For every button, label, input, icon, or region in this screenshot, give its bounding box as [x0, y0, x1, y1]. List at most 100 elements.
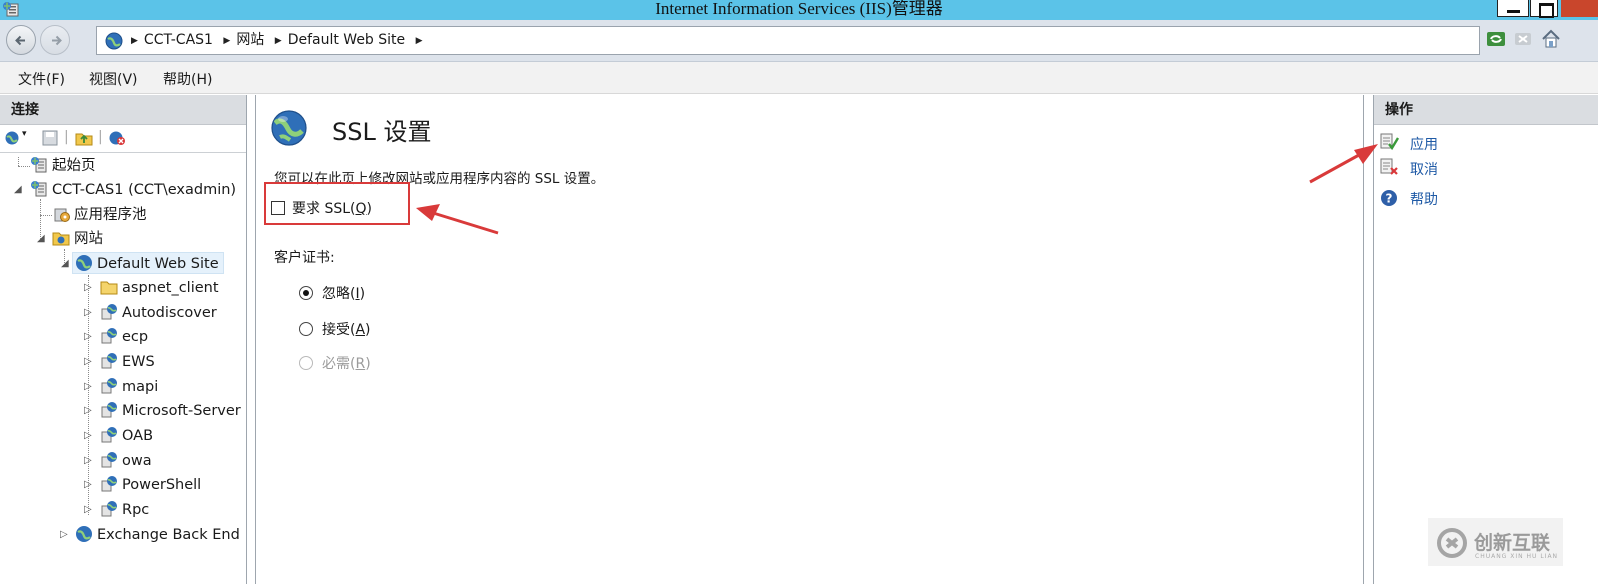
expand-arrow-icon[interactable]: ▷ [84, 331, 92, 342]
tree-label: 网站 [74, 231, 103, 247]
tree-node-ews[interactable]: EWS [100, 351, 155, 373]
up-folder-icon[interactable] [75, 130, 93, 146]
expand-arrow-icon[interactable]: ▷ [60, 529, 68, 540]
refresh-icon[interactable] [1485, 28, 1507, 50]
breadcrumb-separator-icon[interactable]: ▶ [416, 36, 423, 46]
watermark: 创新互联 CHUANG XIN HU LIAN [1428, 518, 1563, 566]
tree-node-mapi[interactable]: mapi [100, 376, 158, 398]
help-action[interactable]: 帮助 [1410, 189, 1438, 209]
connections-header: 连接 [0, 95, 246, 125]
tree-node-sites[interactable]: 网站 [52, 228, 103, 250]
expand-arrow-icon[interactable]: ▷ [84, 430, 92, 441]
expand-arrow-icon[interactable]: ▷ [84, 307, 92, 318]
collapse-arrow-icon[interactable]: ◢ [61, 258, 69, 269]
app-pool-icon [54, 208, 70, 222]
tree-node-aspnet-client[interactable]: aspnet_client [100, 277, 219, 299]
tree-node-server[interactable]: CCT-CAS1 (CCT\exadmin) [30, 179, 236, 201]
radio-require-tail: ) [365, 356, 371, 372]
connect-dropdown-icon[interactable]: ▾ [22, 129, 27, 139]
apply-action[interactable]: 应用 [1410, 134, 1438, 154]
radio-require-label: 必需( [322, 356, 356, 372]
maximize-button[interactable] [1530, 0, 1558, 18]
website-globe-icon [76, 255, 92, 271]
radio-circle[interactable] [299, 286, 313, 300]
disconnect-icon[interactable] [108, 130, 126, 146]
require-ssl-checkbox[interactable]: 要求 SSL(Q) [271, 198, 372, 218]
tree-label: EWS [122, 354, 155, 370]
close-button[interactable] [1561, 0, 1598, 17]
require-ssl-accesskey: Q [355, 201, 367, 217]
tree-node-default-web-site[interactable]: Default Web Site [72, 252, 224, 274]
tree-node-autodiscover[interactable]: Autodiscover [100, 302, 217, 324]
expand-arrow-icon[interactable]: ▷ [84, 282, 92, 293]
back-arrow-icon [15, 35, 25, 46]
address-bar[interactable]: ▶ CCT-CAS1 ▶ 网站 ▶ Default Web Site ▶ [96, 26, 1480, 55]
tree-node-owa[interactable]: owa [100, 450, 152, 472]
checkbox-square[interactable] [271, 201, 285, 215]
expand-arrow-icon[interactable]: ▷ [84, 356, 92, 367]
tree-node-oab[interactable]: OAB [100, 425, 153, 447]
tree-node-rpc[interactable]: Rpc [100, 499, 149, 521]
tree-label: 起始页 [52, 158, 96, 174]
start-page-icon [31, 157, 47, 173]
tree-node-ecp[interactable]: ecp [100, 326, 148, 348]
expand-arrow-icon[interactable]: ▷ [84, 381, 92, 392]
help-icon: ? [1381, 190, 1397, 206]
server-icon [31, 181, 47, 197]
tree-node-start-page[interactable]: 起始页 [30, 155, 96, 177]
menu-help[interactable]: 帮助(H) [163, 69, 212, 89]
radio-require-accesskey: R [355, 356, 366, 372]
expand-arrow-icon[interactable]: ▷ [84, 504, 92, 515]
tree-line [18, 166, 30, 167]
web-application-icon [101, 402, 117, 418]
menu-file[interactable]: 文件(F) [18, 69, 65, 89]
tree-node-exchange-back-end[interactable]: Exchange Back End [75, 524, 240, 546]
require-ssl-label-tail: ) [366, 201, 372, 217]
actions-pane: 操作 应用 取消 ? 帮助 [1373, 95, 1598, 584]
tree-node-microsoft-server[interactable]: Microsoft-Server [100, 400, 241, 422]
breadcrumb-sites[interactable]: 网站 [236, 32, 264, 48]
tree-label: aspnet_client [122, 280, 219, 296]
sites-folder-icon [52, 232, 70, 246]
home-icon[interactable] [1540, 28, 1562, 50]
window-title: Internet Information Services (IIS)管理器 [655, 0, 943, 18]
breadcrumb-default-site[interactable]: Default Web Site [288, 32, 405, 48]
expand-arrow-icon[interactable]: ▷ [84, 479, 92, 490]
cancel-action[interactable]: 取消 [1410, 159, 1438, 179]
tree-label: 应用程序池 [74, 207, 147, 223]
stop-icon[interactable] [1512, 28, 1534, 50]
back-button[interactable] [6, 25, 36, 55]
radio-ignore-label: 忽略( [322, 286, 356, 302]
expand-arrow-icon[interactable]: ▷ [84, 405, 92, 416]
tree-line [40, 215, 52, 216]
expand-arrow-icon[interactable]: ▷ [84, 455, 92, 466]
breadcrumb-server[interactable]: CCT-CAS1 [144, 32, 213, 48]
menu-view[interactable]: 视图(V) [89, 69, 138, 89]
minimize-button[interactable] [1497, 0, 1529, 17]
tree-label: OAB [122, 428, 154, 444]
web-application-icon [101, 476, 117, 492]
connect-globe-icon[interactable] [4, 130, 20, 146]
radio-accept[interactable]: 接受(A) [299, 319, 371, 339]
tree-label: Default Web Site [97, 256, 219, 272]
collapse-arrow-icon[interactable]: ◢ [14, 184, 22, 195]
tree-label: Exchange Back End [97, 527, 240, 543]
radio-accept-accesskey: A [355, 322, 366, 338]
radio-circle [299, 356, 313, 370]
radio-circle[interactable] [299, 322, 313, 336]
collapse-arrow-icon[interactable]: ◢ [37, 233, 45, 244]
tree-node-powershell[interactable]: PowerShell [100, 474, 201, 496]
radio-require: 必需(R) [299, 353, 371, 373]
web-application-icon [101, 501, 117, 517]
tree-label: Autodiscover [122, 305, 217, 321]
save-icon[interactable] [42, 130, 58, 146]
web-application-icon [101, 378, 117, 394]
toolbar-divider: | [64, 129, 69, 145]
forward-button[interactable] [40, 25, 70, 55]
tree-label: mapi [122, 379, 159, 395]
tree-label: Rpc [122, 502, 150, 518]
toolbar-divider: | [98, 129, 103, 145]
radio-ignore[interactable]: 忽略(I) [299, 283, 365, 303]
tree-node-app-pools[interactable]: 应用程序池 [52, 204, 147, 226]
web-application-icon [101, 328, 117, 344]
